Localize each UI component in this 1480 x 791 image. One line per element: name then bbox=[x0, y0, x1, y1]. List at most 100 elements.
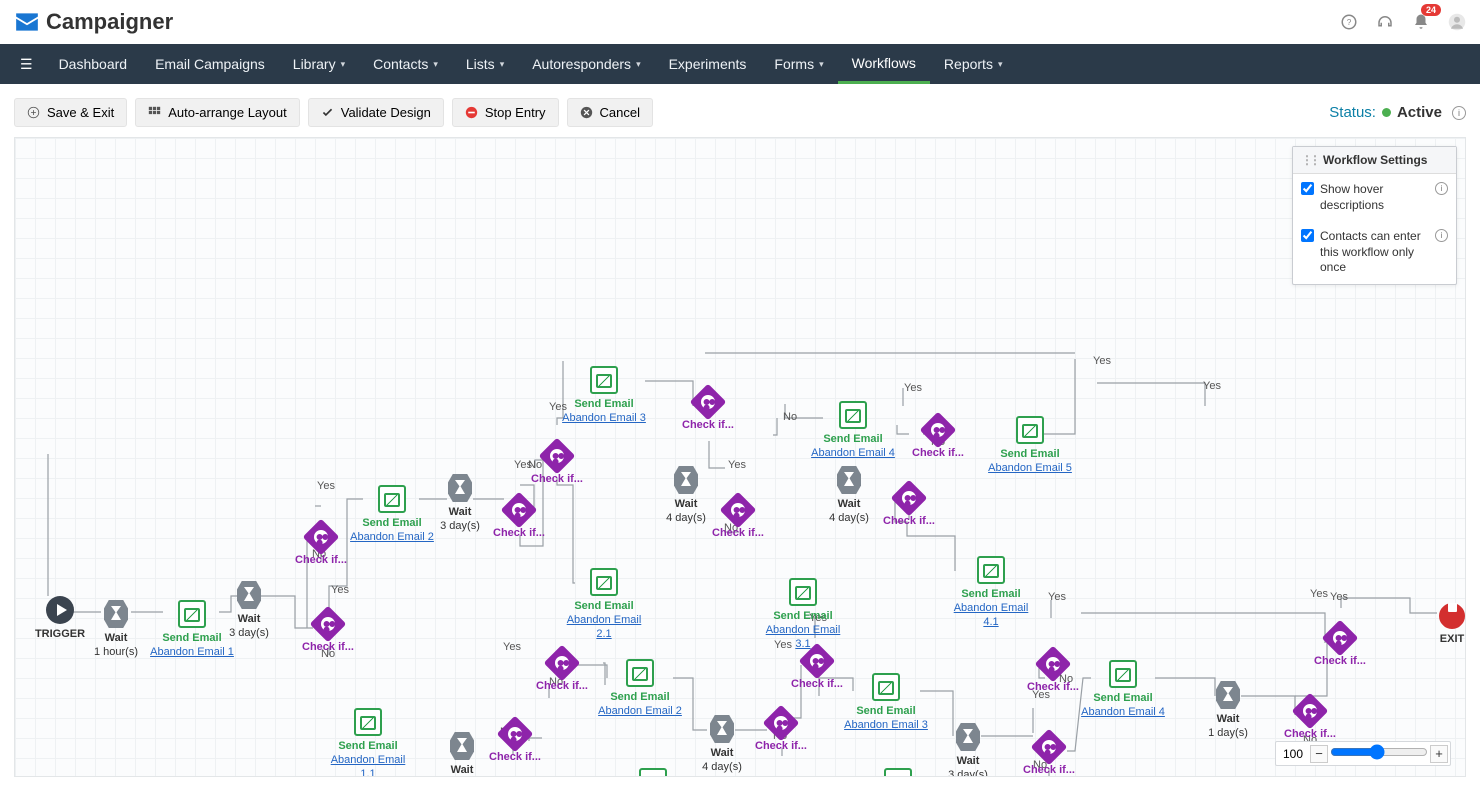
cancel-button[interactable]: Cancel bbox=[567, 98, 653, 127]
nav-email-campaigns[interactable]: Email Campaigns bbox=[141, 44, 279, 84]
brand-logo[interactable]: Campaigner bbox=[14, 9, 173, 35]
node-e21[interactable]: Send EmailAbandon Email 2.1 bbox=[559, 568, 649, 641]
nav-autoresponders[interactable]: Autoresponders▾ bbox=[518, 44, 654, 84]
node-chkA[interactable]: Check if... bbox=[283, 611, 373, 655]
email-icon bbox=[354, 708, 382, 736]
headset-icon[interactable] bbox=[1376, 13, 1394, 31]
svg-text:Yes: Yes bbox=[1310, 588, 1328, 600]
node-chkM[interactable]: Check if... bbox=[1004, 734, 1094, 777]
node-w3a[interactable]: Wait3 day(s) bbox=[204, 581, 294, 641]
info-icon[interactable]: i bbox=[1435, 229, 1448, 242]
node-chkF[interactable]: Check if... bbox=[470, 721, 560, 765]
wait-icon bbox=[837, 466, 861, 494]
chevron-down-icon: ▾ bbox=[500, 59, 505, 70]
enter-once-checkbox[interactable] bbox=[1301, 229, 1314, 242]
email-icon bbox=[1109, 660, 1137, 688]
node-e11[interactable]: Send EmailAbandon Email 1.1 bbox=[323, 708, 413, 777]
hover-desc-checkbox[interactable] bbox=[1301, 182, 1314, 195]
zoom-slider[interactable] bbox=[1330, 744, 1428, 763]
node-chkI[interactable]: Check if... bbox=[736, 710, 826, 754]
svg-text:?: ? bbox=[1347, 18, 1352, 27]
node-chkO[interactable]: Check if... bbox=[1265, 698, 1355, 742]
node-chkC[interactable]: Check if... bbox=[474, 497, 564, 541]
info-icon[interactable]: i bbox=[1452, 106, 1466, 120]
email-link[interactable]: Abandon Email 4 bbox=[1078, 706, 1168, 720]
validate-button[interactable]: Validate Design bbox=[308, 98, 444, 127]
wait-icon bbox=[237, 581, 261, 609]
node-chkP[interactable]: Check if... bbox=[1295, 625, 1385, 669]
email-link[interactable]: Abandon Email 2.1 bbox=[559, 614, 649, 642]
nav-forms[interactable]: Forms▾ bbox=[760, 44, 837, 84]
zoom-value[interactable] bbox=[1278, 747, 1308, 761]
node-chkK[interactable]: Check if... bbox=[864, 485, 954, 529]
email-link[interactable]: Abandon Email 4.1 bbox=[946, 602, 1036, 630]
nav-reports[interactable]: Reports▾ bbox=[930, 44, 1017, 84]
svg-text:Yes: Yes bbox=[1093, 355, 1111, 367]
check-icon bbox=[1292, 693, 1329, 730]
node-e3[interactable]: Send EmailAbandon Email 3 bbox=[559, 366, 649, 426]
node-w3d[interactable]: Wait3 day(s) bbox=[923, 723, 1013, 777]
nav-lists[interactable]: Lists▾ bbox=[452, 44, 518, 84]
node-chkH[interactable]: Check if... bbox=[693, 497, 783, 541]
trigger-icon bbox=[46, 596, 74, 624]
node-chkL[interactable]: Check if... bbox=[893, 417, 983, 461]
email-icon bbox=[1016, 416, 1044, 444]
nav-contacts[interactable]: Contacts▾ bbox=[359, 44, 452, 84]
avatar-icon[interactable] bbox=[1448, 13, 1466, 31]
nav-dashboard[interactable]: Dashboard bbox=[45, 44, 142, 84]
plus-circle-icon bbox=[27, 106, 40, 119]
x-circle-icon bbox=[580, 106, 593, 119]
email-icon bbox=[884, 768, 912, 777]
bell-icon[interactable]: 24 bbox=[1412, 13, 1430, 31]
zoom-out-button[interactable]: − bbox=[1310, 745, 1328, 763]
help-icon[interactable]: ? bbox=[1340, 13, 1358, 31]
node-e4b[interactable]: Send EmailAbandon Email 4 bbox=[1078, 660, 1168, 720]
node-e41[interactable]: Send EmailAbandon Email 4.1 bbox=[946, 556, 1036, 629]
save-exit-button[interactable]: Save & Exit bbox=[14, 98, 127, 127]
check-icon bbox=[799, 643, 836, 680]
email-icon bbox=[626, 659, 654, 687]
email-icon bbox=[590, 568, 618, 596]
auto-arrange-button[interactable]: Auto-arrange Layout bbox=[135, 98, 300, 127]
email-link[interactable]: Abandon Email 3 bbox=[841, 719, 931, 733]
panel-title: Workflow Settings bbox=[1293, 147, 1456, 174]
svg-text:Yes: Yes bbox=[904, 382, 922, 394]
email-link[interactable]: Abandon Email 3 bbox=[559, 412, 649, 426]
stop-entry-button[interactable]: Stop Entry bbox=[452, 98, 559, 127]
zoom-in-button[interactable]: + bbox=[1430, 745, 1448, 763]
svg-text:Yes: Yes bbox=[1203, 380, 1221, 392]
node-w1b[interactable]: Wait1 day(s) bbox=[1183, 681, 1273, 741]
check-icon bbox=[539, 438, 576, 475]
nav-workflows[interactable]: Workflows bbox=[838, 44, 930, 84]
node-e5[interactable]: Send EmailAbandon Email 5 bbox=[985, 416, 1075, 476]
zoom-control[interactable]: − + bbox=[1275, 741, 1451, 766]
node-exit[interactable]: EXIT bbox=[1407, 595, 1466, 647]
node-e4[interactable]: Send EmailAbandon Email 4 bbox=[808, 401, 898, 461]
node-chkD[interactable]: Check if... bbox=[512, 443, 602, 487]
email-link[interactable]: Abandon Email 2 bbox=[595, 705, 685, 719]
email-link[interactable]: Abandon Email 4 bbox=[808, 447, 898, 461]
workflow-settings-panel[interactable]: Workflow Settings Show hover description… bbox=[1292, 146, 1457, 285]
email-icon bbox=[977, 556, 1005, 584]
node-e31[interactable]: Send EmailAbandon Email 3.1 bbox=[758, 578, 848, 651]
email-link[interactable]: Abandon Email 1 bbox=[147, 646, 237, 660]
node-chkE[interactable]: Check if... bbox=[517, 650, 607, 694]
check-icon bbox=[303, 519, 340, 556]
node-e2b[interactable]: Send EmailAbandon Email 2 bbox=[595, 659, 685, 719]
svg-text:No: No bbox=[783, 411, 797, 423]
check-icon bbox=[720, 492, 757, 529]
email-link[interactable]: Abandon Email 5 bbox=[985, 462, 1075, 476]
info-icon[interactable]: i bbox=[1435, 182, 1448, 195]
wait-icon bbox=[1216, 681, 1240, 709]
check-icon bbox=[1031, 729, 1068, 766]
workflow-canvas[interactable]: YesNoYesNoYesNoYesNoYesNoYesNoYesYesYesN… bbox=[14, 137, 1466, 777]
node-chkG[interactable]: Check if... bbox=[663, 389, 753, 433]
check-icon bbox=[501, 492, 538, 529]
chevron-down-icon: ▾ bbox=[819, 59, 824, 70]
hamburger-icon[interactable]: ☰ bbox=[8, 56, 45, 73]
status-indicator: Status: Active i bbox=[1329, 104, 1466, 121]
node-e3b[interactable]: Send EmailAbandon Email 3 bbox=[841, 673, 931, 733]
nav-experiments[interactable]: Experiments bbox=[655, 44, 761, 84]
nav-library[interactable]: Library▾ bbox=[279, 44, 359, 84]
email-link[interactable]: Abandon Email 1.1 bbox=[323, 754, 413, 777]
